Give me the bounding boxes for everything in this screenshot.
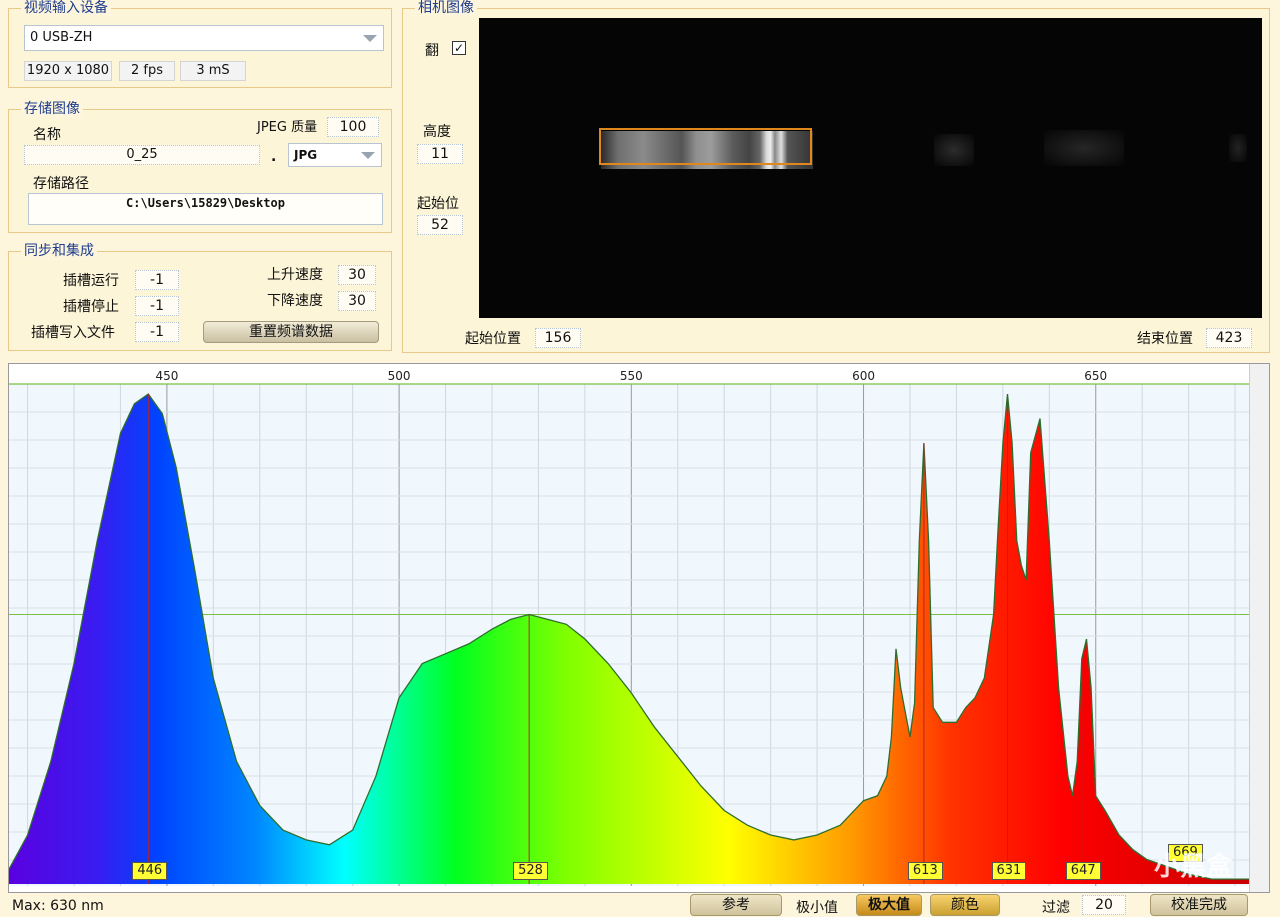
- slot-write-input[interactable]: -1: [135, 322, 179, 342]
- rise-speed-input[interactable]: 30: [338, 265, 376, 285]
- peak-tag: 631: [991, 862, 1027, 880]
- format-select[interactable]: JPG: [288, 143, 382, 167]
- min-value-label[interactable]: 极小值: [796, 897, 838, 917]
- filter-input[interactable]: 20: [1082, 895, 1126, 915]
- save-path-label: 存储路径: [33, 176, 89, 192]
- x-tick-label: 600: [852, 369, 875, 383]
- video-input-title: 视频输入设备: [21, 0, 111, 17]
- chevron-down-icon: [361, 152, 375, 159]
- extension-dot: .: [271, 149, 277, 165]
- peak-tag: 647: [1065, 862, 1101, 880]
- sync-integration-group: 同步和集成 插槽运行 -1 插槽停止 -1 插槽写入文件 -1 上升速度 30 …: [8, 242, 392, 351]
- filter-label: 过滤: [1042, 900, 1070, 916]
- slot-stop-input[interactable]: -1: [135, 296, 179, 316]
- peak-tag: 446: [132, 862, 168, 880]
- spectrum-panel: 450 500 550 600 650 446 528 613 631 647 669 小黑盒: [8, 363, 1270, 893]
- camera-image-group: 相机图像 翻 ✓ 高度 11 起始位 52 起始位置 156 结束位置 423: [402, 0, 1270, 353]
- end-position-input[interactable]: 423: [1206, 328, 1252, 348]
- fall-speed-input[interactable]: 30: [338, 291, 376, 311]
- slot-write-label: 插槽写入文件: [31, 325, 115, 341]
- resolution-readout: 1920 x 1080: [24, 61, 112, 81]
- device-select-value: 0 USB-ZH: [30, 30, 93, 45]
- faint-band-1: [934, 134, 974, 166]
- camera-image-title: 相机图像: [415, 0, 477, 17]
- jpeg-quality-input[interactable]: 100: [327, 117, 379, 137]
- file-name-input[interactable]: 0_25: [24, 145, 260, 165]
- chevron-down-icon: [363, 35, 377, 42]
- peak-tag: 528: [513, 862, 548, 880]
- max-value-button[interactable]: 极大值: [856, 894, 922, 916]
- watermark: 小黑盒: [1154, 852, 1233, 882]
- start-input[interactable]: 52: [417, 215, 463, 235]
- save-image-title: 存储图像: [21, 100, 83, 118]
- x-axis-ticks: 450 500 550 600 650: [155, 369, 1107, 383]
- reset-spectrum-button[interactable]: 重置频谱数据: [203, 321, 379, 343]
- exposure-readout: 3 mS: [180, 61, 246, 81]
- camera-preview[interactable]: [479, 18, 1262, 318]
- format-select-value: JPG: [294, 148, 318, 162]
- jpeg-quality-label: JPEG 质量: [257, 120, 318, 135]
- slot-run-input[interactable]: -1: [135, 270, 179, 290]
- end-position-label: 结束位置: [1137, 331, 1193, 347]
- slot-run-label: 插槽运行: [63, 273, 119, 289]
- x-tick-label: 500: [388, 369, 411, 383]
- fps-readout: 2 fps: [119, 61, 175, 81]
- roi-selection-box[interactable]: [599, 128, 812, 165]
- device-select[interactable]: 0 USB-ZH: [24, 25, 384, 51]
- slot-stop-label: 插槽停止: [63, 299, 119, 315]
- x-tick-label: 450: [155, 369, 178, 383]
- flip-label: 翻: [425, 43, 439, 59]
- height-input[interactable]: 11: [417, 144, 463, 164]
- start-position-input[interactable]: 156: [535, 328, 581, 348]
- fall-speed-label: 下降速度: [267, 293, 323, 309]
- save-path-input[interactable]: C:\Users\15829\Desktop: [28, 193, 383, 225]
- calibrate-done-button[interactable]: 校准完成: [1150, 894, 1248, 916]
- start-position-label: 起始位置: [465, 331, 521, 347]
- faint-band-2: [1044, 130, 1124, 166]
- x-tick-label: 550: [620, 369, 643, 383]
- name-label: 名称: [33, 127, 61, 143]
- height-label: 高度: [423, 124, 451, 140]
- spectrum-chart[interactable]: 450 500 550 600 650: [9, 364, 1269, 892]
- color-button[interactable]: 颜色: [930, 894, 1000, 916]
- video-input-group: 视频输入设备 0 USB-ZH 1920 x 1080 2 fps 3 mS: [8, 0, 392, 88]
- start-label: 起始位: [417, 196, 459, 212]
- sync-integration-title: 同步和集成: [21, 242, 97, 260]
- peak-tag: 613: [907, 862, 943, 880]
- save-image-group: 存储图像 名称 JPEG 质量 100 0_25 . JPG 存储路径 C:\U…: [8, 100, 392, 233]
- rise-speed-label: 上升速度: [267, 267, 323, 283]
- vertical-scrollbar[interactable]: [1249, 364, 1269, 892]
- reference-button[interactable]: 参考: [690, 894, 782, 916]
- x-tick-label: 650: [1084, 369, 1107, 383]
- flip-checkbox[interactable]: ✓: [452, 41, 466, 55]
- faint-band-3: [1229, 134, 1247, 162]
